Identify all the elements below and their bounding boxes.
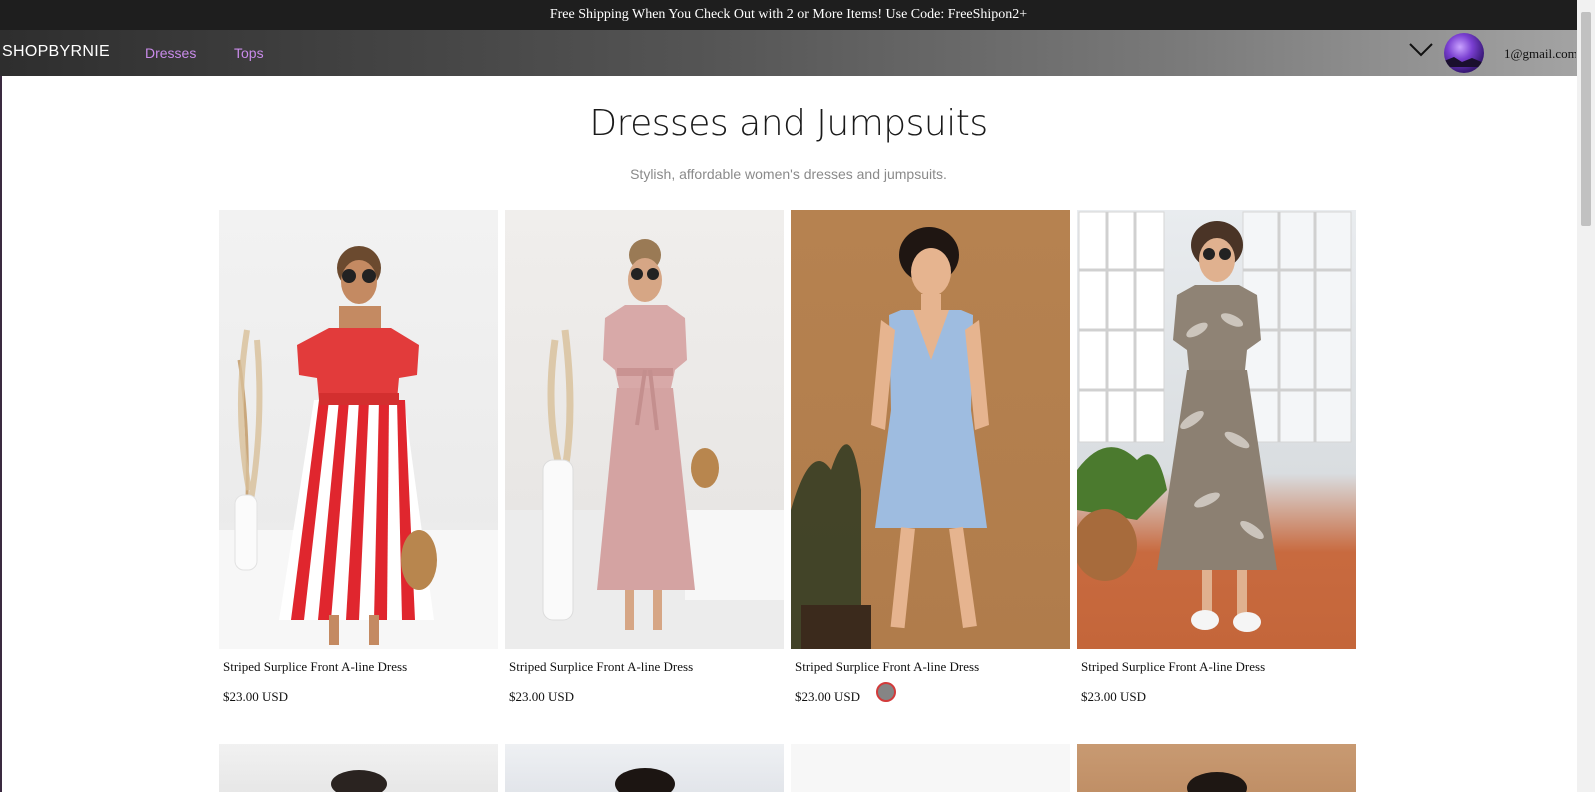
- product-price: $23.00 USD: [509, 689, 575, 704]
- product-price: $23.00 USD: [1081, 689, 1147, 704]
- product-name[interactable]: Striped Surplice Front A-line Dress: [223, 659, 407, 675]
- product-name[interactable]: Striped Surplice Front A-line Dress: [1081, 659, 1265, 675]
- product-card[interactable]: Striped Surplice Front A-line Dress $23.…: [791, 210, 1070, 704]
- nav-link-dresses[interactable]: Dresses: [145, 45, 196, 61]
- product-name[interactable]: Striped Surplice Front A-line Dress: [509, 659, 693, 675]
- product-image[interactable]: [791, 744, 1070, 792]
- nav-link-tops[interactable]: Tops: [234, 45, 264, 61]
- product-image[interactable]: [791, 210, 1070, 649]
- product-price: $23.00 USD: [223, 689, 289, 704]
- color-swatch[interactable]: [876, 682, 896, 702]
- promo-text: Free Shipping When You Check Out with 2 …: [549, 7, 1028, 22]
- product-image[interactable]: [1077, 744, 1356, 797]
- product-image[interactable]: [505, 744, 784, 797]
- product-image[interactable]: [219, 744, 498, 797]
- product-image[interactable]: [505, 210, 784, 649]
- product-price: $23.00 USD: [795, 689, 861, 704]
- scrollbar-thumb[interactable]: [1581, 12, 1591, 226]
- navbar: SHOPBYRNIE Dresses Tops 1@gmail.com: [0, 30, 1577, 76]
- avatar[interactable]: [1444, 33, 1484, 73]
- scrollbar[interactable]: [1577, 0, 1595, 792]
- user-email[interactable]: 1@gmail.com: [1504, 46, 1576, 62]
- promo-banner: Free Shipping When You Check Out with 2 …: [0, 0, 1577, 30]
- product-card[interactable]: Striped Surplice Front A-line Dress $23.…: [219, 210, 498, 704]
- page-subtitle: Stylish, affordable women's dresses and …: [630, 166, 947, 182]
- product-name[interactable]: Striped Surplice Front A-line Dress: [795, 659, 979, 675]
- chevron-down-icon[interactable]: [1408, 40, 1434, 60]
- page-title: Dresses and Jumpsuits: [589, 103, 988, 144]
- product-card[interactable]: Striped Surplice Front A-line Dress $23.…: [1077, 210, 1356, 704]
- product-card[interactable]: Striped Surplice Front A-line Dress $23.…: [505, 210, 784, 704]
- brand-logo[interactable]: SHOPBYRNIE: [2, 43, 110, 61]
- product-image[interactable]: [1077, 210, 1356, 649]
- product-image[interactable]: [219, 210, 498, 649]
